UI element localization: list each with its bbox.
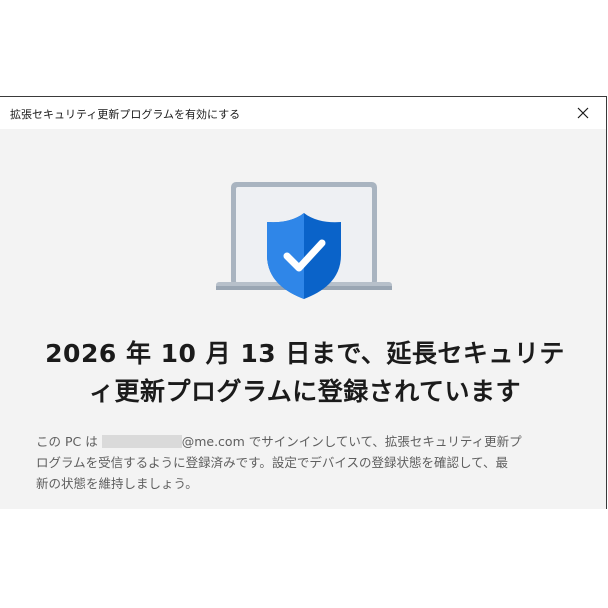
desc-line2: ログラムを受信するように登録済みです。設定でデバイスの登録状態を確認して、最 xyxy=(36,455,509,470)
headline-line-2: ィ更新プログラムに登録されています xyxy=(88,377,521,406)
email-suffix: @me.com xyxy=(181,434,245,449)
desc-rest-line1: でサインインしていて、拡張セキュリティ更新プ xyxy=(244,434,522,449)
close-button[interactable] xyxy=(560,97,606,129)
headline-line-1: 2026 年 10 月 13 日まで、延長セキュリテ xyxy=(45,339,565,368)
dialog-content: 2026 年 10 月 13 日まで、延長セキュリテ ィ更新プログラムに登録され… xyxy=(0,129,606,509)
desc-line3: 新の状態を維持しましょう。 xyxy=(36,476,198,491)
laptop-shield-check-icon xyxy=(216,182,392,299)
redacted-email xyxy=(101,435,182,448)
enrollment-headline: 2026 年 10 月 13 日まで、延長セキュリテ ィ更新プログラムに登録され… xyxy=(30,335,580,411)
enrollment-description: この PC は @me.com でサインインしていて、拡張セキュリティ更新プ ロ… xyxy=(36,431,576,494)
dialog-title: 拡張セキュリティ更新プログラムを有効にする xyxy=(10,108,241,121)
title-bar: 拡張セキュリティ更新プログラムを有効にする xyxy=(0,97,606,129)
desc-prefix: この PC は xyxy=(36,434,98,449)
close-icon xyxy=(577,107,589,119)
enroll-dialog: 拡張セキュリティ更新プログラムを有効にする 2026 年 10 月 13 日まで… xyxy=(0,96,607,509)
